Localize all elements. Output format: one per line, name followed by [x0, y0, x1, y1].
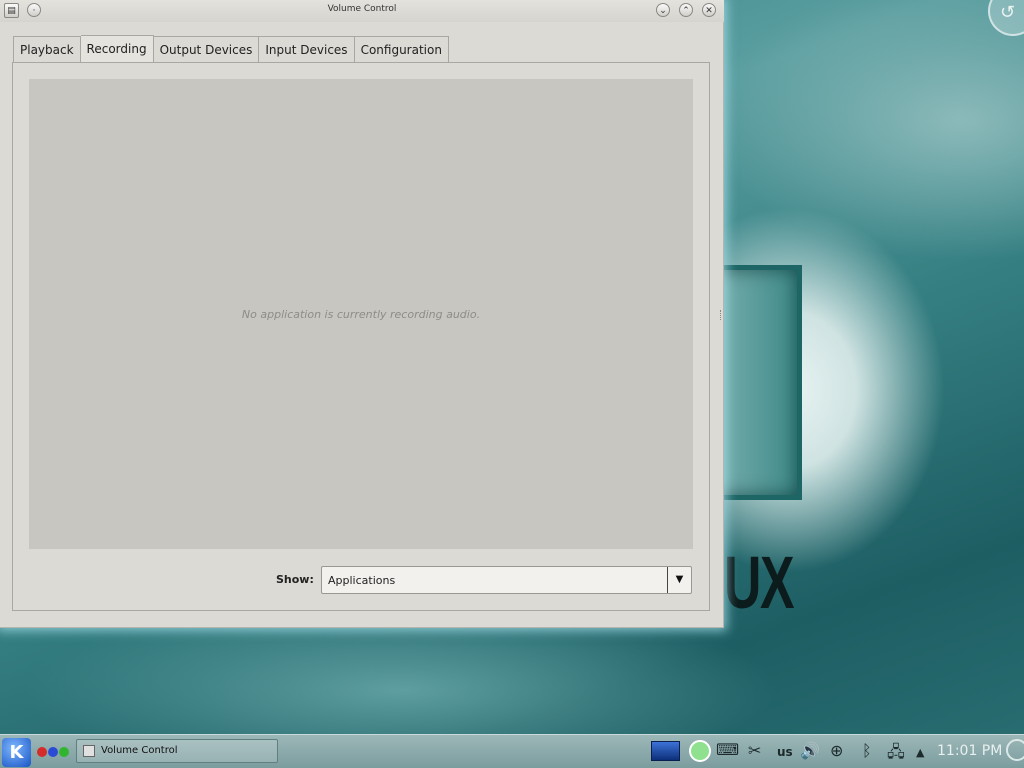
empty-state-message: No application is currently recording au…: [241, 308, 481, 321]
maximize-button[interactable]: ⌃: [679, 3, 693, 17]
scissors-icon[interactable]: ✂: [748, 741, 761, 760]
volume-icon[interactable]: 🔊: [800, 741, 820, 760]
keyboard-layout-indicator[interactable]: us: [777, 745, 793, 759]
display-icon[interactable]: [651, 741, 680, 761]
keyboard-icon[interactable]: ⌨: [716, 740, 739, 759]
network-icon[interactable]: 🖧: [887, 741, 905, 768]
tray-expand-icon[interactable]: ▲: [916, 746, 924, 759]
tab-configuration[interactable]: Configuration: [354, 36, 449, 62]
wallpaper-logo-text: UX: [724, 541, 795, 624]
title-bar[interactable]: ▤ · Volume Control ⌄ ⌃ ✕: [0, 0, 724, 22]
refresh-icon: ↺: [1000, 2, 1016, 23]
chevron-up-icon: ⌃: [682, 6, 690, 16]
tab-playback[interactable]: Playback: [13, 36, 81, 62]
green-dot-icon: [59, 747, 69, 757]
task-volume-control[interactable]: Volume Control: [76, 739, 278, 763]
task-label: Volume Control: [101, 745, 178, 756]
tab-bar: Playback Recording Output Devices Input …: [13, 35, 449, 63]
recording-streams-area: No application is currently recording au…: [29, 79, 693, 549]
tab-recording[interactable]: Recording: [80, 35, 154, 62]
red-dot-icon: [37, 747, 47, 757]
show-label: Show:: [276, 573, 314, 586]
desktop-toolbox-button[interactable]: ↺: [988, 0, 1024, 36]
clock[interactable]: 11:01 PM: [937, 743, 1002, 759]
panel-toolbox-icon[interactable]: [1006, 739, 1024, 761]
tab-input-devices[interactable]: Input Devices: [259, 36, 355, 62]
volume-control-window: ▤ · Volume Control ⌄ ⌃ ✕ Playback Record…: [0, 0, 724, 628]
application-launcher-button[interactable]: K: [2, 738, 31, 767]
close-button[interactable]: ✕: [702, 3, 716, 17]
window-title: Volume Control: [327, 4, 397, 14]
dropdown-arrow-icon[interactable]: ▼: [667, 567, 691, 593]
bluetooth-icon[interactable]: ᛒ: [862, 741, 872, 760]
chevron-down-icon: ⌄: [659, 6, 667, 16]
blue-dot-icon: [48, 747, 58, 757]
tab-output-devices[interactable]: Output Devices: [153, 36, 260, 62]
clipboard-icon[interactable]: [689, 740, 711, 762]
kde-logo-icon: K: [9, 742, 24, 763]
update-icon[interactable]: ⊕: [830, 741, 843, 760]
show-filter-dropdown[interactable]: Applications ▼: [321, 566, 692, 594]
resize-grip[interactable]: [720, 310, 724, 320]
task-app-icon: [83, 745, 95, 757]
close-icon: ✕: [705, 6, 713, 16]
show-filter-value: Applications: [328, 574, 396, 587]
minimize-button[interactable]: ⌄: [656, 3, 670, 17]
